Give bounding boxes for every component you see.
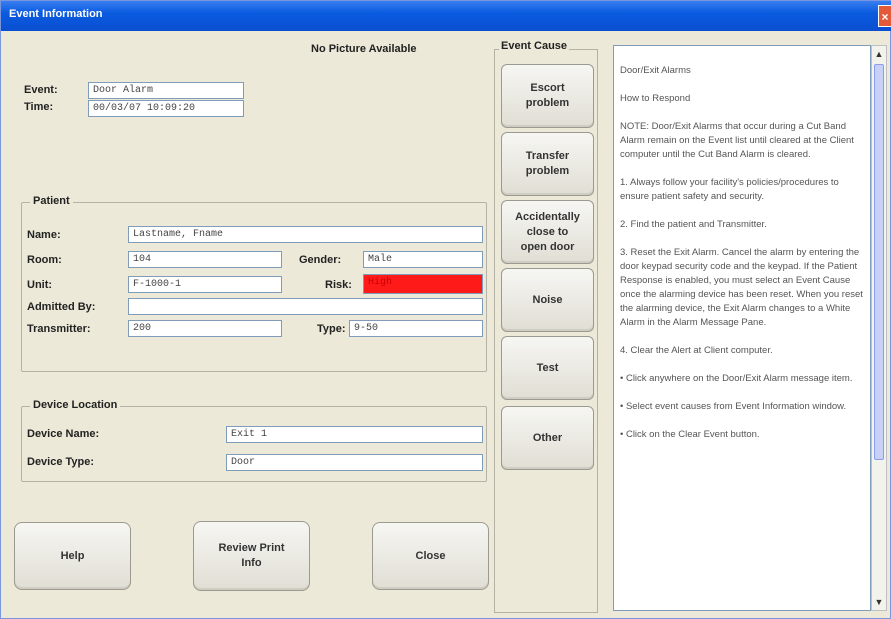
room-label: Room: xyxy=(27,254,62,266)
gender-label: Gender: xyxy=(299,254,342,266)
instructions-content: Door/Exit Alarms How to Respond NOTE: Do… xyxy=(620,64,864,456)
event-cause-escort-problem-button[interactable]: Escort problem xyxy=(501,64,594,128)
instructions-paragraph: 4. Clear the Alert at Client computer. xyxy=(620,345,773,356)
help-button[interactable]: Help xyxy=(14,522,131,590)
instructions-paragraph: How to Respond xyxy=(620,93,691,104)
close-button[interactable]: Close xyxy=(372,522,489,590)
time-field[interactable]: 00/03/07 10:09:20 xyxy=(88,100,244,117)
admitted-by-label: Admitted By: xyxy=(27,301,96,313)
name-label: Name: xyxy=(27,229,61,241)
event-cause-title: Event Cause xyxy=(499,40,570,52)
patient-group-title: Patient xyxy=(30,195,73,207)
risk-field[interactable]: High xyxy=(363,274,483,294)
close-window-icon[interactable]: × xyxy=(878,5,891,27)
event-cause-transfer-problem-button[interactable]: Transfer problem xyxy=(501,132,594,196)
device-type-label: Device Type: xyxy=(27,456,95,468)
instructions-paragraph: Door/Exit Alarms xyxy=(620,65,691,76)
admitted-by-field[interactable] xyxy=(128,298,483,315)
scroll-up-icon[interactable]: ▲ xyxy=(872,46,886,62)
instructions-paragraph: 1. Always follow your facility's policie… xyxy=(620,177,839,202)
device-location-group-title: Device Location xyxy=(30,399,121,411)
scroll-down-icon[interactable]: ▼ xyxy=(872,594,886,610)
instructions-paragraph: • Click on the Clear Event button. xyxy=(620,429,760,440)
instructions-paragraph: • Select event causes from Event Informa… xyxy=(620,401,847,412)
scrollbar-thumb[interactable] xyxy=(874,64,884,460)
device-name-label: Device Name: xyxy=(27,428,100,440)
no-picture-label: No Picture Available xyxy=(311,43,417,55)
transmitter-field[interactable]: 200 xyxy=(128,320,282,337)
device-type-field[interactable]: Door xyxy=(226,454,483,471)
instructions-text-panel[interactable]: Door/Exit Alarms How to Respond NOTE: Do… xyxy=(613,45,871,611)
event-field[interactable]: Door Alarm xyxy=(88,82,244,99)
event-cause-noise-button[interactable]: Noise xyxy=(501,268,594,332)
review-print-info-button[interactable]: Review Print Info xyxy=(193,521,310,591)
gender-field[interactable]: Male xyxy=(363,251,483,268)
title-bar[interactable]: Event Information × xyxy=(1,1,891,31)
instructions-paragraph: • Click anywhere on the Door/Exit Alarm … xyxy=(620,373,853,384)
instructions-scrollbar[interactable]: ▲ ▼ xyxy=(871,45,887,611)
event-cause-test-button[interactable]: Test xyxy=(501,336,594,400)
instructions-paragraph: 3. Reset the Exit Alarm. Cancel the alar… xyxy=(620,247,863,328)
room-field[interactable]: 104 xyxy=(128,251,282,268)
instructions-paragraph: 2. Find the patient and Transmitter. xyxy=(620,219,767,230)
unit-label: Unit: xyxy=(27,279,53,291)
type-label: Type: xyxy=(317,323,346,335)
unit-field[interactable]: F-1000-1 xyxy=(128,276,282,293)
instructions-paragraph: NOTE: Door/Exit Alarms that occur during… xyxy=(620,121,854,160)
device-name-field[interactable]: Exit 1 xyxy=(226,426,483,443)
event-cause-accidentally-close-button[interactable]: Accidentally close to open door xyxy=(501,200,594,264)
risk-label: Risk: xyxy=(325,279,352,291)
transmitter-label: Transmitter: xyxy=(27,323,91,335)
time-label: Time: xyxy=(24,101,54,113)
event-information-window: Event Information × No Picture Available… xyxy=(0,0,891,619)
event-label: Event: xyxy=(24,84,58,96)
type-field[interactable]: 9-50 xyxy=(349,320,483,337)
event-cause-other-button[interactable]: Other xyxy=(501,406,594,470)
window-title: Event Information xyxy=(9,8,103,20)
name-field[interactable]: Lastname, Fname xyxy=(128,226,483,243)
